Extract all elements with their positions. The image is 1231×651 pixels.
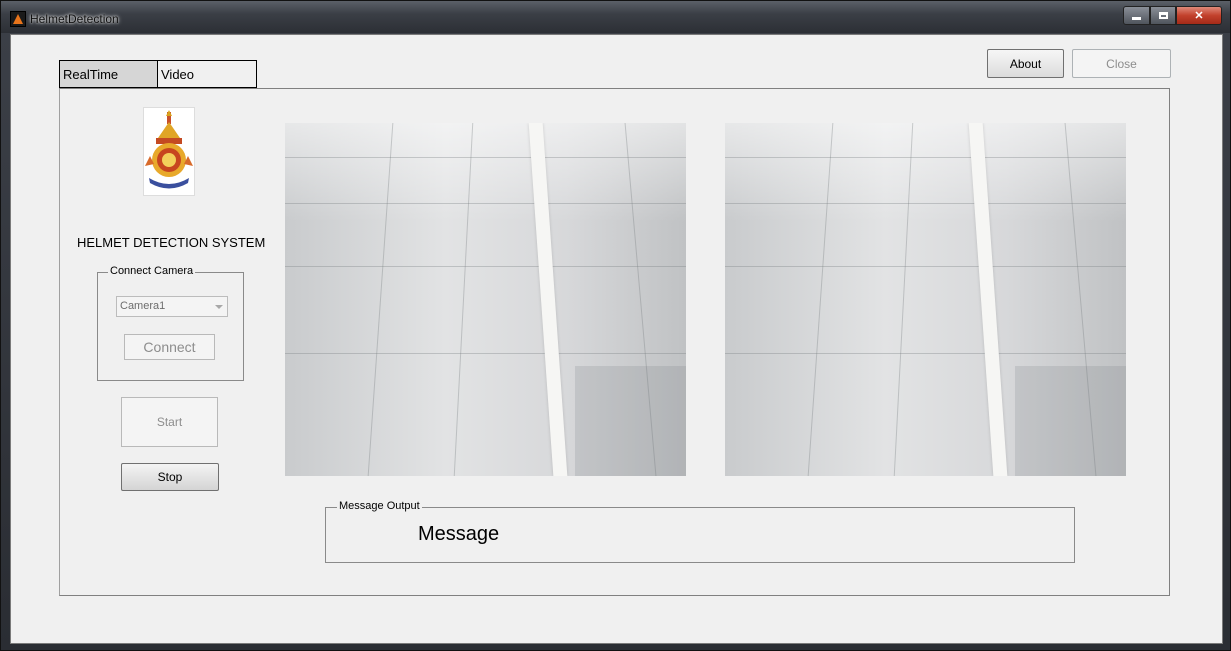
message-output-label: Message Output [337,500,422,512]
camera-feed-right [725,123,1126,476]
system-title: HELMET DETECTION SYSTEM [77,235,266,250]
connect-button[interactable]: Connect [124,334,215,360]
camera-select-value: Camera1 [120,300,166,312]
about-button[interactable]: About [987,49,1064,78]
window-controls: ✕ [1123,6,1222,25]
connect-camera-group: Connect Camera Camera1 Connect [97,265,244,381]
app-window: HelmetDetection ✕ About Close RealTime V… [0,0,1231,651]
message-text: Message [418,523,500,545]
close-button[interactable]: Close [1072,49,1171,78]
title-bar[interactable]: HelmetDetection ✕ [1,1,1230,33]
window-title: HelmetDetection [30,12,119,26]
close-icon[interactable]: ✕ [1176,6,1222,25]
tab-realtime[interactable]: RealTime [59,60,158,88]
chevron-down-icon [215,305,223,309]
connect-camera-label: Connect Camera [108,265,196,277]
matlab-icon [10,11,26,27]
message-output-group: Message Output Message [325,500,1075,563]
maximize-icon[interactable] [1150,6,1176,25]
university-seal-logo [143,107,195,196]
tab-video[interactable]: Video [158,60,257,88]
start-button[interactable]: Start [121,397,218,447]
figure-client-area: About Close RealTime Video HELMET DETECT… [10,34,1223,644]
realtime-panel: HELMET DETECTION SYSTEM Connect Camera C… [59,88,1170,596]
minimize-icon[interactable] [1123,6,1150,25]
camera-select[interactable]: Camera1 [116,296,228,317]
stop-button[interactable]: Stop [121,463,219,491]
camera-feed-left [285,123,686,476]
